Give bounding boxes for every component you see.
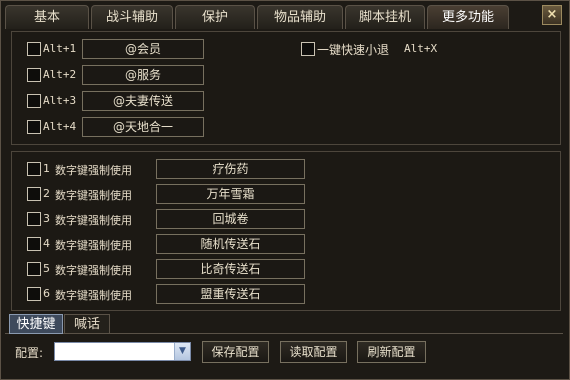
num1-checkbox[interactable] (27, 162, 41, 176)
num5-checkbox[interactable] (27, 262, 41, 276)
num2-label: 数字键强制使用 (55, 189, 132, 202)
tab-more-features[interactable]: 更多功能 (427, 5, 509, 29)
num1-item-field[interactable]: 疗伤药 (156, 159, 305, 179)
num6-checkbox[interactable] (27, 287, 41, 301)
num1-digit: 1 (43, 162, 50, 175)
alt4-command-field[interactable]: @天地合一 (82, 117, 204, 137)
alt1-checkbox[interactable] (27, 42, 41, 56)
config-select-value (55, 348, 58, 361)
num3-checkbox[interactable] (27, 212, 41, 226)
num4-label: 数字键强制使用 (55, 239, 132, 252)
tab-protection[interactable]: 保护 (175, 5, 255, 29)
config-label: 配置: (15, 346, 44, 360)
num4-checkbox[interactable] (27, 237, 41, 251)
top-tab-bar: 基本 战斗辅助 保护 物品辅助 脚本挂机 更多功能 (5, 5, 541, 31)
num2-checkbox[interactable] (27, 187, 41, 201)
alt4-key-label: Alt+4 (43, 120, 77, 133)
alt4-checkbox[interactable] (27, 120, 41, 134)
num3-label: 数字键强制使用 (55, 214, 132, 227)
tab-item-assist[interactable]: 物品辅助 (257, 5, 343, 29)
alt2-command-field[interactable]: @服务 (82, 65, 204, 85)
num3-digit: 3 (43, 212, 50, 225)
num2-item-field[interactable]: 万年雪霜 (156, 184, 305, 204)
quick-exit-label: 一键快速小退 (317, 43, 390, 57)
refresh-config-button[interactable]: 刷新配置 (357, 341, 426, 363)
quick-exit-checkbox[interactable] (301, 42, 315, 56)
number-key-panel: 1 数字键强制使用 疗伤药 2 数字键强制使用 万年雪霜 3 数字键强制使用 回… (11, 151, 561, 311)
close-button[interactable]: × (542, 5, 562, 25)
close-icon: × (546, 7, 558, 22)
alt2-checkbox[interactable] (27, 68, 41, 82)
load-config-button[interactable]: 读取配置 (280, 341, 347, 363)
tab-combat-assist[interactable]: 战斗辅助 (91, 5, 173, 29)
alt3-key-label: Alt+3 (43, 94, 77, 107)
num6-item-field[interactable]: 盟重传送石 (156, 284, 305, 304)
save-config-button[interactable]: 保存配置 (202, 341, 269, 363)
num4-digit: 4 (43, 237, 50, 250)
chevron-down-icon[interactable]: ▼ (174, 343, 190, 360)
num5-item-field[interactable]: 比奇传送石 (156, 259, 305, 279)
num5-label: 数字键强制使用 (55, 264, 132, 277)
alt3-command-field[interactable]: @夫妻传送 (82, 91, 204, 111)
alt1-command-field[interactable]: @会员 (82, 39, 204, 59)
num3-item-field[interactable]: 回城卷 (156, 209, 305, 229)
num1-label: 数字键强制使用 (55, 164, 132, 177)
alt2-key-label: Alt+2 (43, 68, 77, 81)
num6-digit: 6 (43, 287, 50, 300)
tab-shout[interactable]: 喊话 (64, 314, 110, 334)
num6-label: 数字键强制使用 (55, 289, 132, 302)
alt3-checkbox[interactable] (27, 94, 41, 108)
tab-script-afk[interactable]: 脚本挂机 (345, 5, 425, 29)
num2-digit: 2 (43, 187, 50, 200)
tab-hotkeys[interactable]: 快捷键 (9, 314, 63, 334)
config-select[interactable]: ▼ (54, 342, 191, 361)
quick-exit-hotkey: Alt+X (404, 42, 438, 55)
dialog-window: 基本 战斗辅助 保护 物品辅助 脚本挂机 更多功能 × Alt+1 @会员 Al… (0, 0, 570, 380)
alt1-key-label: Alt+1 (43, 42, 77, 55)
alt-hotkey-panel: Alt+1 @会员 Alt+2 @服务 Alt+3 @夫妻传送 Alt+4 @天… (11, 31, 561, 145)
num5-digit: 5 (43, 262, 50, 275)
tab-basic[interactable]: 基本 (5, 5, 89, 29)
num4-item-field[interactable]: 随机传送石 (156, 234, 305, 254)
